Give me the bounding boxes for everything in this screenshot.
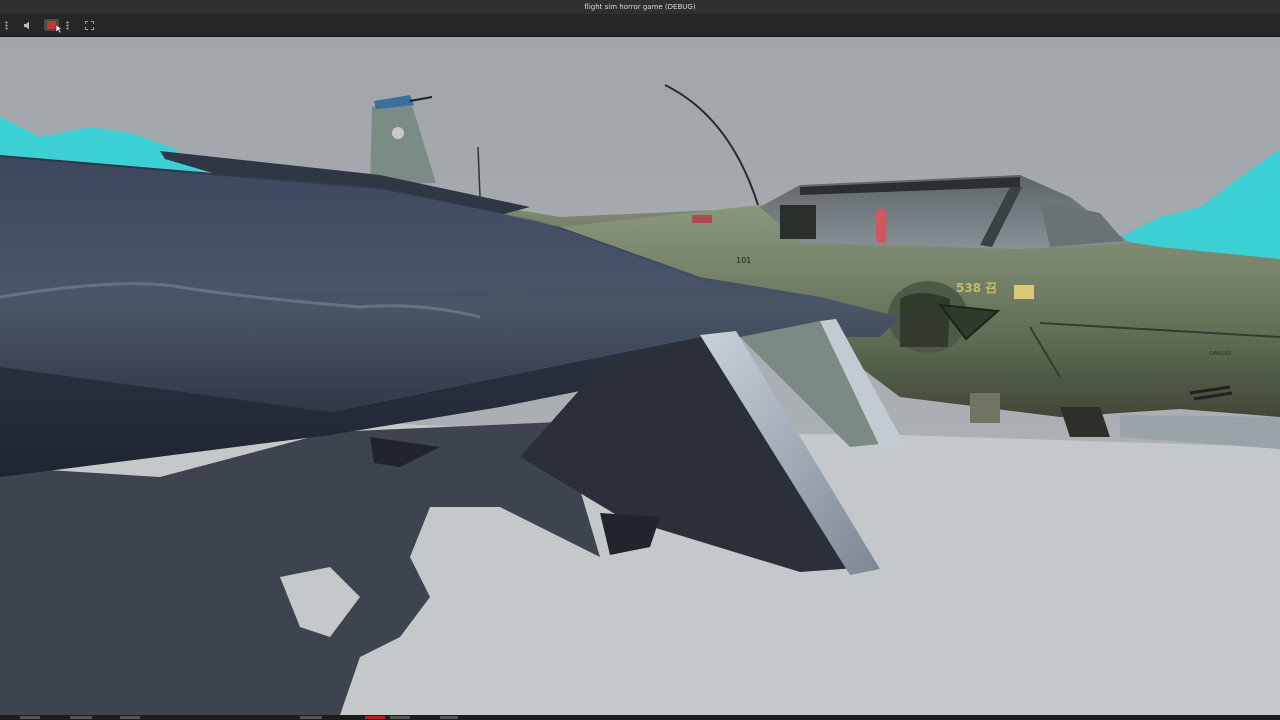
fuselage-code: 538 召 (956, 281, 997, 295)
ejection-seat (876, 209, 886, 243)
debug-toolbar (0, 14, 1280, 37)
game-viewport[interactable]: 538 召 101 DANGER (0, 37, 1280, 715)
panel-text: DANGER (1210, 351, 1232, 357)
taskbar-strip (0, 715, 1280, 720)
nose-number: 101 (736, 256, 751, 265)
jet-scene: 538 召 101 DANGER (0, 37, 1280, 715)
record-icon (47, 21, 56, 29)
menu-dots-icon[interactable] (2, 14, 10, 36)
window-title-bar: flight sim horror game (DEBUG) (0, 0, 1280, 14)
options-dots-icon[interactable] (64, 14, 70, 36)
audio-icon[interactable] (20, 14, 36, 36)
fullscreen-icon[interactable] (82, 14, 96, 36)
window-title: flight sim horror game (DEBUG) (584, 3, 696, 11)
record-button[interactable] (42, 14, 64, 36)
